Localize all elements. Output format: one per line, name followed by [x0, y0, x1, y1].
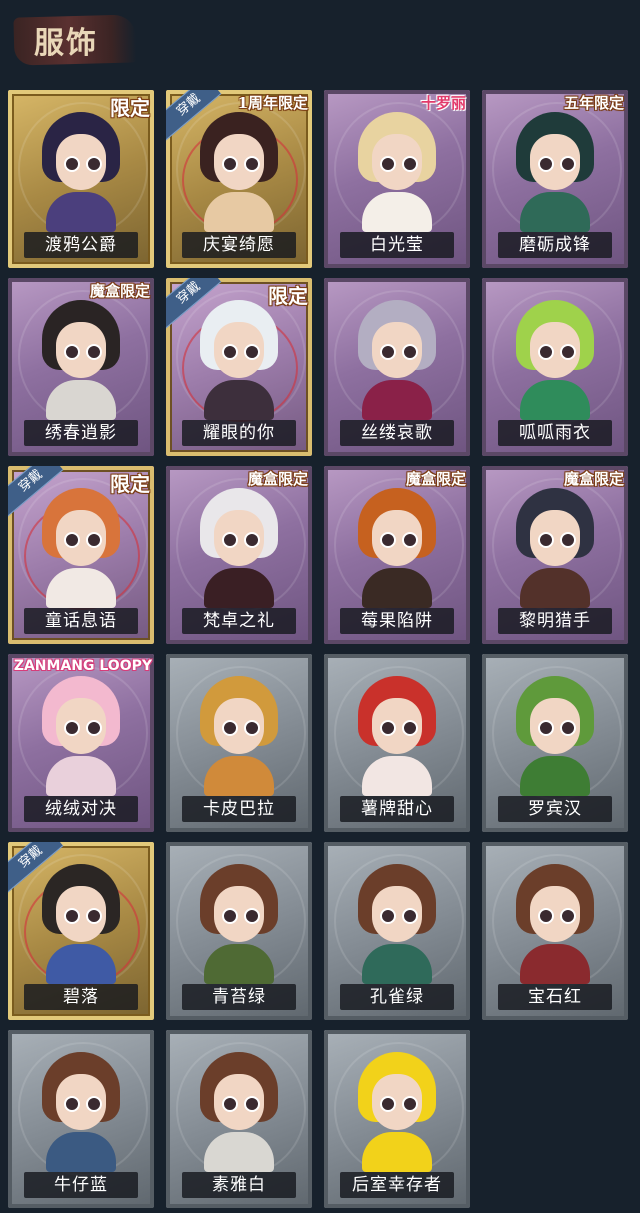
outfit-card[interactable]: 孔雀绿: [324, 842, 470, 1020]
outfit-card[interactable]: 呱呱雨衣: [482, 278, 628, 456]
limited-badge: 五年限定: [563, 94, 624, 112]
outfit-card[interactable]: 宝石红: [482, 842, 628, 1020]
outfit-name: 呱呱雨衣: [519, 423, 591, 443]
outfit-name: 白光莹: [370, 235, 424, 255]
outfit-card[interactable]: 耀眼的你 限定 穿戴: [166, 278, 312, 456]
outfit-card[interactable]: 黎明猎手 魔盒限定: [482, 466, 628, 644]
outfit-card[interactable]: 丝缕哀歌: [324, 278, 470, 456]
outfit-card[interactable]: 白光莹 十罗丽: [324, 90, 470, 268]
outfit-card[interactable]: 莓果陷阱 魔盒限定: [324, 466, 470, 644]
outfit-name: 渡鸦公爵: [45, 235, 117, 255]
outfit-name: 罗宾汉: [528, 799, 582, 819]
outfit-name: 薯牌甜心: [361, 799, 433, 819]
outfit-card[interactable]: 后室幸存者: [324, 1030, 470, 1208]
outfit-name: 素雅白: [212, 1175, 266, 1195]
outfit-name: 庆宴绮愿: [203, 235, 275, 255]
limited-badge: 魔盒限定: [247, 470, 308, 488]
limited-badge: 十罗丽: [420, 94, 466, 112]
limited-badge: ZANMANG LOOPY: [13, 658, 152, 674]
limited-badge: 限定: [110, 472, 150, 496]
limited-badge: 魔盒限定: [563, 470, 624, 488]
outfit-card[interactable]: 磨砺成锋 五年限定: [482, 90, 628, 268]
outfit-name: 后室幸存者: [352, 1175, 442, 1195]
outfit-card[interactable]: 梵卓之礼 魔盒限定: [166, 466, 312, 644]
outfit-name: 卡皮巴拉: [203, 799, 275, 819]
outfit-name: 丝缕哀歌: [361, 423, 433, 443]
outfit-name: 宝石红: [528, 987, 582, 1007]
header: 服饰: [0, 0, 640, 80]
outfit-card[interactable]: 绒绒对决 ZANMANG LOOPY: [8, 654, 154, 832]
outfit-name: 青苔绿: [212, 987, 266, 1007]
outfit-name: 绣春逍影: [45, 423, 117, 443]
outfit-name: 牛仔蓝: [54, 1175, 108, 1195]
outfit-name: 碧落: [63, 987, 99, 1007]
outfit-name: 孔雀绿: [370, 987, 424, 1007]
outfit-name: 黎明猎手: [519, 611, 591, 631]
limited-badge: 魔盒限定: [405, 470, 466, 488]
outfit-name: 绒绒对决: [45, 799, 117, 819]
limited-badge: 1周年限定: [237, 94, 308, 112]
limited-badge: 限定: [268, 284, 308, 308]
outfit-name: 童话息语: [45, 611, 117, 631]
outfit-name: 梵卓之礼: [203, 611, 275, 631]
outfit-name: 磨砺成锋: [519, 235, 591, 255]
outfit-card[interactable]: 碧落 穿戴: [8, 842, 154, 1020]
limited-badge: 魔盒限定: [89, 282, 150, 300]
outfit-card[interactable]: 绣春逍影 魔盒限定: [8, 278, 154, 456]
outfit-card[interactable]: 庆宴绮愿 1周年限定 穿戴: [166, 90, 312, 268]
outfit-card[interactable]: 青苔绿: [166, 842, 312, 1020]
outfit-card[interactable]: 童话息语 限定 穿戴: [8, 466, 154, 644]
page-title: 服饰: [34, 26, 98, 61]
outfit-card[interactable]: 罗宾汉: [482, 654, 628, 832]
limited-badge: 限定: [110, 96, 150, 120]
outfit-card[interactable]: 素雅白: [166, 1030, 312, 1208]
outfit-card[interactable]: 牛仔蓝: [8, 1030, 154, 1208]
outfit-card[interactable]: 渡鸦公爵 限定: [8, 90, 154, 268]
outfit-card[interactable]: 卡皮巴拉: [166, 654, 312, 832]
outfit-name: 耀眼的你: [203, 423, 275, 443]
outfit-card[interactable]: 薯牌甜心: [324, 654, 470, 832]
outfit-name: 莓果陷阱: [361, 611, 433, 631]
